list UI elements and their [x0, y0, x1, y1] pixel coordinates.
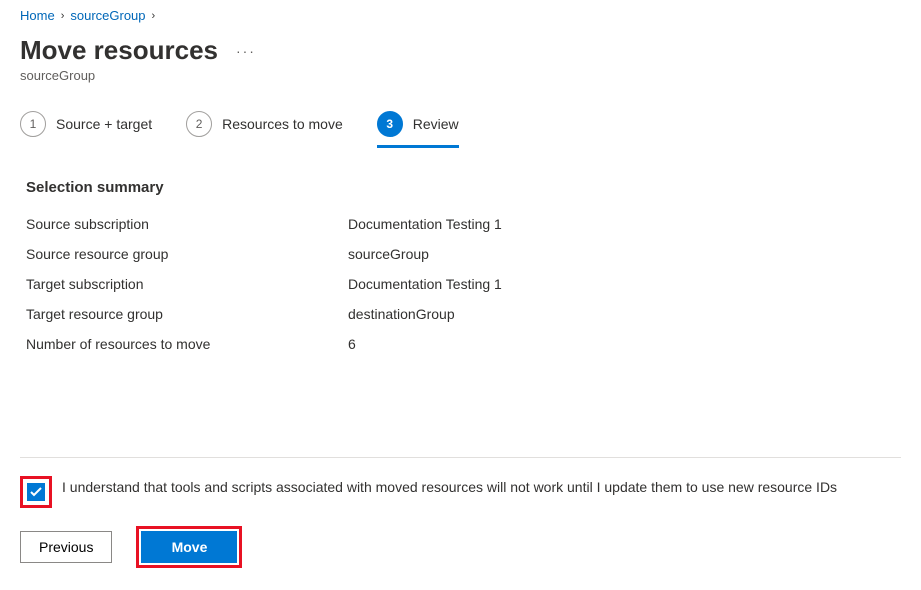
breadcrumb-home[interactable]: Home: [20, 8, 55, 23]
button-row: Previous Move: [20, 526, 901, 568]
page-title: Move resources: [20, 35, 218, 66]
step-wizard: 1 Source + target 2 Resources to move 3 …: [20, 111, 901, 145]
step-number: 3: [377, 111, 403, 137]
summary-row-source-resource-group: Source resource group sourceGroup: [26, 246, 901, 262]
highlight-annotation: [20, 476, 52, 508]
summary-heading: Selection summary: [26, 179, 901, 196]
summary-row-source-subscription: Source subscription Documentation Testin…: [26, 216, 901, 232]
chevron-right-icon: ›: [61, 10, 65, 22]
highlight-annotation: Move: [136, 526, 242, 568]
breadcrumb: Home › sourceGroup ›: [20, 8, 901, 23]
summary-label: Number of resources to move: [26, 336, 348, 352]
step-number: 1: [20, 111, 46, 137]
divider: [20, 457, 901, 458]
summary-value: Documentation Testing 1: [348, 276, 502, 292]
page-header: Move resources ···: [20, 35, 901, 66]
summary-label: Target subscription: [26, 276, 348, 292]
checkmark-icon: [30, 487, 42, 497]
step-number: 2: [186, 111, 212, 137]
step-label: Resources to move: [222, 116, 343, 132]
summary-value: sourceGroup: [348, 246, 429, 262]
summary-row-resource-count: Number of resources to move 6: [26, 336, 901, 352]
summary-label: Source resource group: [26, 246, 348, 262]
ack-text: I understand that tools and scripts asso…: [62, 476, 837, 498]
chevron-right-icon: ›: [152, 10, 156, 22]
previous-button[interactable]: Previous: [20, 531, 112, 563]
summary-row-target-subscription: Target subscription Documentation Testin…: [26, 276, 901, 292]
page-subtitle: sourceGroup: [20, 68, 901, 83]
step-source-target[interactable]: 1 Source + target: [20, 111, 152, 145]
step-resources-to-move[interactable]: 2 Resources to move: [186, 111, 343, 145]
summary-label: Source subscription: [26, 216, 348, 232]
footer: I understand that tools and scripts asso…: [0, 457, 921, 568]
step-label: Review: [413, 116, 459, 132]
breadcrumb-source-group[interactable]: sourceGroup: [70, 8, 145, 23]
summary-label: Target resource group: [26, 306, 348, 322]
ack-checkbox[interactable]: [25, 481, 47, 503]
more-options-icon[interactable]: ···: [236, 43, 256, 59]
summary-value: 6: [348, 336, 356, 352]
summary-value: destinationGroup: [348, 306, 455, 322]
step-review[interactable]: 3 Review: [377, 111, 459, 148]
summary-value: Documentation Testing 1: [348, 216, 502, 232]
acknowledgement-row: I understand that tools and scripts asso…: [20, 476, 901, 508]
step-label: Source + target: [56, 116, 152, 132]
summary-row-target-resource-group: Target resource group destinationGroup: [26, 306, 901, 322]
summary-table: Source subscription Documentation Testin…: [26, 216, 901, 352]
move-button[interactable]: Move: [141, 531, 237, 563]
